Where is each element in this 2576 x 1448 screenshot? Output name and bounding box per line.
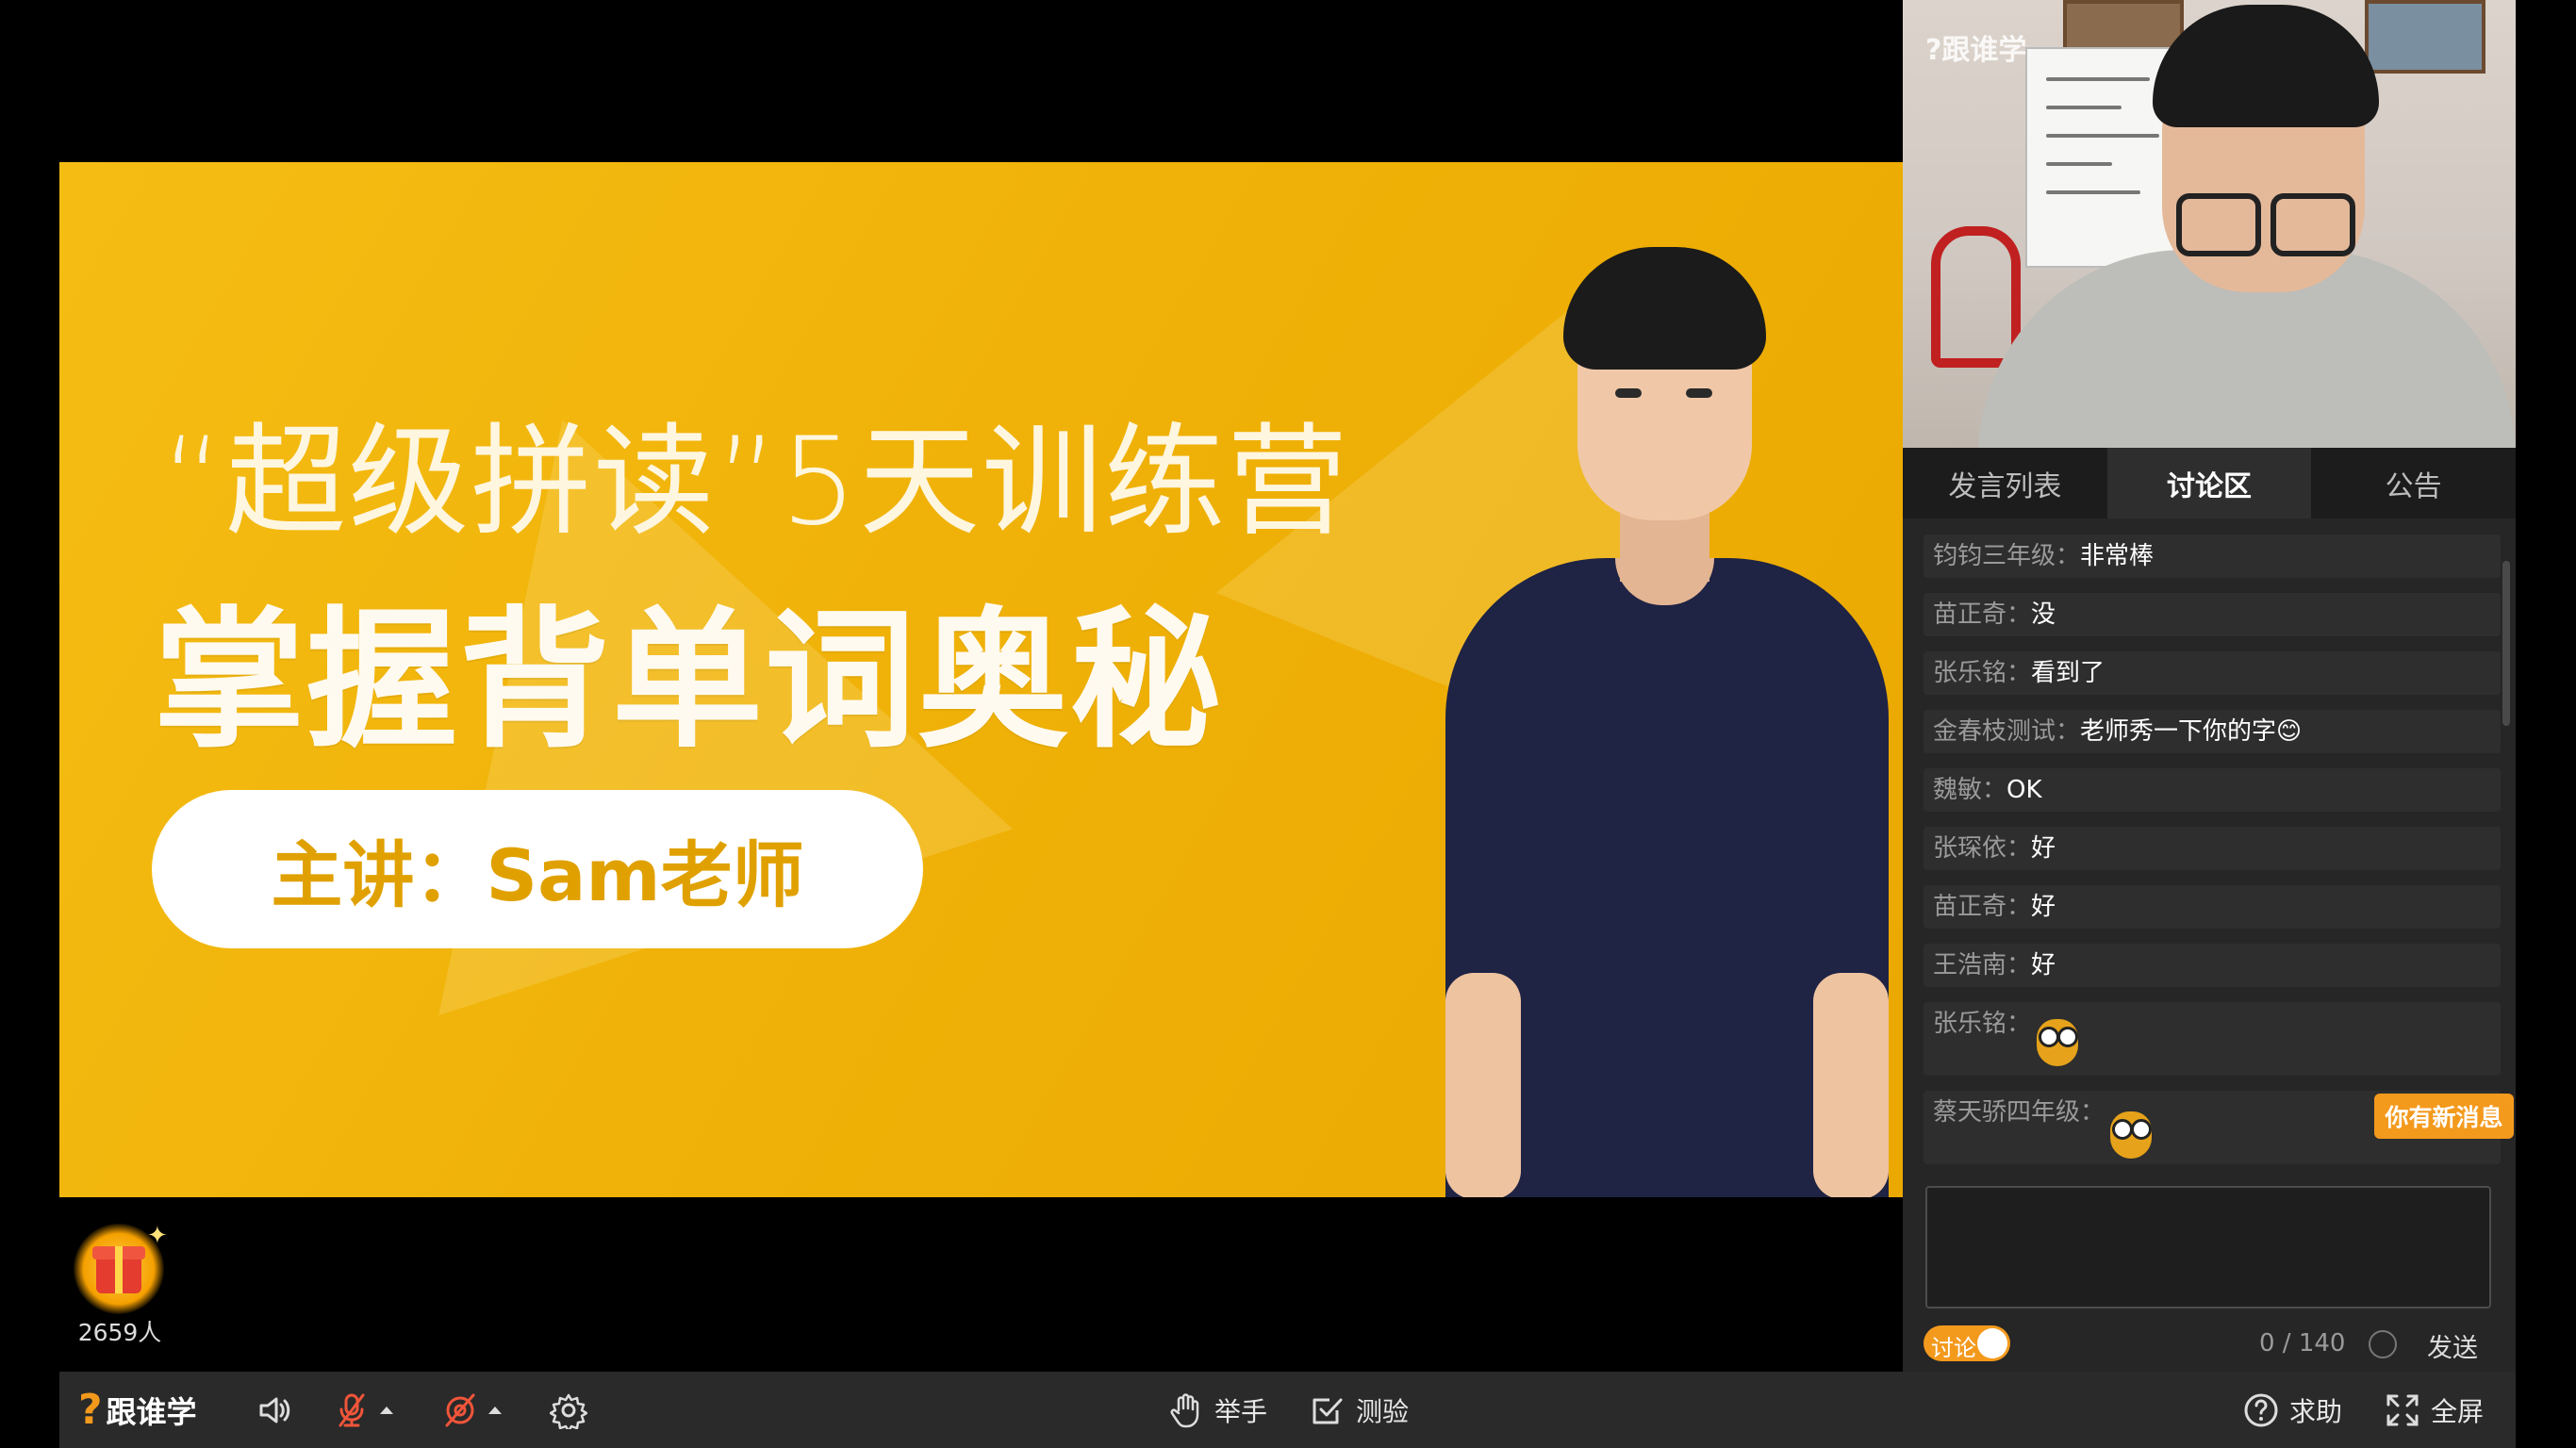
list-item: 王浩南： 好	[1924, 944, 2501, 987]
list-item: 钧钧三年级： 非常棒	[1924, 535, 2501, 578]
message-text: 没	[2031, 601, 2056, 629]
message-text: 看到了	[2031, 659, 2105, 687]
owl-sticker-icon	[2110, 1104, 2153, 1159]
brand-logo: ? 跟谁学	[78, 1372, 197, 1448]
toggle-knob	[1977, 1328, 2007, 1358]
message-text: OK	[2006, 776, 2042, 804]
settings-button[interactable]	[550, 1372, 587, 1448]
microphone-button[interactable]	[333, 1372, 393, 1448]
help-label: 求助	[2289, 1395, 2343, 1427]
speaker-icon	[259, 1397, 290, 1423]
new-message-badge[interactable]: 你有新消息	[2374, 1094, 2514, 1139]
sparkle-icon: ✦	[147, 1222, 168, 1250]
message-sender: 蔡天骄四年级：	[1933, 1098, 2105, 1127]
chat-tabs: 发言列表 讨论区 公告	[1903, 448, 2516, 518]
message-text: 好	[2031, 893, 2056, 921]
fullscreen-icon	[2386, 1394, 2419, 1425]
tab-discussion[interactable]: 讨论区	[2106, 448, 2312, 518]
quiz-button[interactable]: 测验	[1309, 1372, 1409, 1448]
raise-hand-label: 举手	[1214, 1395, 1268, 1427]
microphone-muted-icon	[339, 1393, 365, 1426]
message-text: 好	[2031, 951, 2056, 979]
fullscreen-button[interactable]: 全屏	[2384, 1372, 2484, 1448]
discussion-toggle-label: 讨论	[1931, 1335, 1976, 1361]
speaker-volume-button[interactable]	[256, 1372, 293, 1448]
list-item: 张乐铭：	[1924, 1002, 2501, 1076]
char-count: 0 / 140	[2259, 1329, 2346, 1358]
chat-input[interactable]	[1925, 1186, 2491, 1308]
help-button[interactable]: 求助	[2242, 1372, 2342, 1448]
message-sender: 张乐铭：	[1933, 1010, 2032, 1038]
camera-options-caret-icon[interactable]	[488, 1406, 502, 1414]
chat-scrollbar[interactable]	[2502, 561, 2510, 726]
list-item: 苗正奇： 没	[1924, 593, 2501, 636]
list-item: 苗正奇： 好	[1924, 885, 2501, 929]
hand-icon	[1170, 1392, 1199, 1427]
slide-title: “超级拼读”5天训练营	[161, 412, 1350, 552]
send-button[interactable]: 发送	[2427, 1327, 2478, 1364]
message-sender: 钧钧三年级：	[1933, 542, 2081, 570]
message-sender: 魏敏：	[1933, 776, 2007, 804]
fullscreen-label: 全屏	[2431, 1395, 2485, 1427]
question-mark-logo-icon: ?	[78, 1386, 103, 1434]
message-text: 非常棒	[2080, 542, 2155, 570]
message-sender: 王浩南：	[1933, 951, 2032, 979]
message-sender: 张琛依：	[1933, 834, 2032, 863]
quiz-checkbox-icon	[1313, 1398, 1343, 1423]
gear-icon	[550, 1393, 587, 1429]
discussion-toggle[interactable]: 讨论	[1924, 1325, 2010, 1361]
message-sender: 苗正奇：	[1933, 893, 2032, 921]
viewer-count: 2659人	[77, 1319, 162, 1346]
brand-name: 跟谁学	[106, 1393, 197, 1430]
tab-speaker-list[interactable]: 发言列表	[1903, 448, 2107, 518]
speaker-pill: 主讲：Sam老师	[152, 790, 923, 948]
list-item: 张乐铭： 看到了	[1924, 651, 2501, 695]
mic-options-caret-icon[interactable]	[380, 1406, 393, 1414]
camera-off-icon	[445, 1393, 475, 1426]
list-item: 魏敏： OK	[1924, 768, 2501, 812]
message-text: 好	[2031, 834, 2056, 863]
webcam-watermark-logo: ?跟谁学	[1925, 34, 2027, 67]
slide-headline: 掌握背单词奥秘	[154, 592, 1224, 768]
message-text: 老师秀一下你的字😊	[2080, 717, 2303, 746]
speaker-label: 主讲：Sam老师	[271, 833, 804, 917]
help-question-icon	[2244, 1393, 2278, 1426]
tab-announcement[interactable]: 公告	[2311, 448, 2516, 518]
presentation-slide: “超级拼读”5天训练营 掌握背单词奥秘 主讲：Sam老师	[59, 162, 1903, 1197]
camera-button[interactable]	[441, 1372, 502, 1448]
gift-button[interactable]: ✦	[74, 1222, 168, 1314]
emoji-icon[interactable]	[2369, 1330, 2397, 1358]
message-sender: 苗正奇：	[1933, 601, 2032, 629]
teacher-photo	[1427, 247, 1903, 1197]
message-sender: 张乐铭：	[1933, 659, 2032, 687]
quiz-label: 测验	[1356, 1395, 1410, 1427]
message-sender: 金春枝测试：	[1933, 717, 2081, 746]
bottom-toolbar: ? 跟谁学 举手 测验 求助 全屏	[59, 1372, 2516, 1448]
list-item: 金春枝测试： 老师秀一下你的字😊	[1924, 710, 2501, 753]
list-item: 张琛依： 好	[1924, 827, 2501, 870]
owl-sticker-icon	[2037, 1012, 2079, 1066]
raise-hand-button[interactable]: 举手	[1167, 1372, 1267, 1448]
